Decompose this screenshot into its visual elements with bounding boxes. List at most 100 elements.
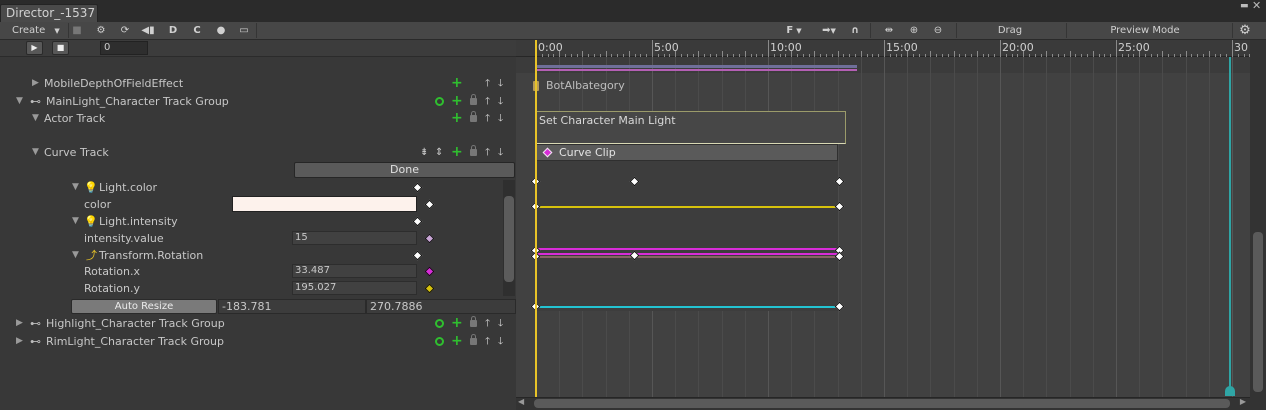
rotation-x-field[interactable]: 33.487 [292,264,417,278]
window-icon[interactable]: ▭ [236,22,252,39]
preview-mode-button[interactable]: Preview Mode [1070,22,1220,39]
track-label: Actor Track [44,112,106,125]
arrow-down-icon[interactable]: 🡓 [498,333,503,350]
add-icon[interactable]: + [451,93,463,109]
create-dropdown[interactable]: Create ▼ [4,22,66,39]
collapse-arrow-icon[interactable]: ▼ [32,110,39,127]
play-button[interactable]: ▶ [26,41,43,55]
magnet-icon[interactable]: ∩ [846,22,864,39]
field-label: intensity.value [84,232,164,245]
arrow-down-icon[interactable]: 🡓 [498,93,503,110]
zoom-out-icon[interactable]: ⊖ [930,22,946,39]
lock-icon[interactable] [470,334,477,345]
ruler-label-15: 15:00 [886,41,918,54]
stop-button[interactable]: ■ [52,41,69,55]
track-group-mainlight[interactable]: ▼ ⊷ MainLight_Character Track Group + 🡑 … [0,93,516,110]
arrow-down-icon[interactable]: 🡓 [498,75,503,92]
time-ruler[interactable]: 0:00 5:00 10:00 15:00 20:00 25:00 30 [516,40,1250,57]
ruler-label-10: 10:00 [770,41,802,54]
f-label: F [786,25,794,36]
collapse-arrow-icon[interactable]: ▼ [72,247,79,264]
arrow-up-icon[interactable]: 🡑 [485,315,490,332]
collapse-arrow-icon[interactable]: ▼ [16,93,23,110]
expand-arrow-icon[interactable]: ▶ [16,315,23,332]
track-row-curve[interactable]: ▼ Curve Track ⇟ ⇕ + 🡑 🡓 [0,144,516,161]
arrow-up-icon[interactable]: 🡑 [485,144,490,161]
arrow-down-icon[interactable]: 🡓 [498,315,503,332]
window-menu-icon[interactable]: ▬ [1240,1,1249,11]
add-icon[interactable]: + [451,75,463,91]
intensity-value-field[interactable]: 15 [292,231,417,245]
curve-property-light-intensity[interactable]: ▼ 💡 Light.intensity [0,213,516,230]
gear-icon[interactable]: ⚙ [1236,22,1254,39]
record-icon[interactable]: ● [214,22,228,39]
scroll-right-icon[interactable]: ▶ [1240,397,1246,406]
scroll-left-icon[interactable]: ◀ [518,397,524,406]
collapse-arrow-icon[interactable]: ▼ [32,144,39,161]
range-min-field[interactable]: -183.781 [218,299,366,314]
f-dropdown[interactable]: F ▼ [786,22,802,39]
arrow-up-icon[interactable]: 🡑 [485,93,490,110]
group-icon: ⊷ [30,317,41,330]
vertical-scroll-thumb[interactable] [1253,232,1263,392]
d-icon[interactable]: D [166,22,180,39]
end-marker[interactable] [1229,57,1231,389]
lock-icon[interactable] [470,316,477,327]
chevron-down-icon: ▼ [830,27,836,35]
curve-list-scroll-thumb[interactable] [504,196,514,282]
chevron-down-icon: ▼ [796,27,802,35]
color-swatch-field[interactable] [232,196,417,212]
fit-icon[interactable]: ⇹ [880,22,898,39]
target-icon[interactable] [435,319,444,328]
expand-arrow-icon[interactable]: ▶ [32,75,39,92]
drag-mode-button[interactable]: Drag [960,22,1060,39]
window-tab[interactable]: Director_-1537 [0,4,98,22]
track-group-highlight[interactable]: ▶ ⊷ Highlight_Character Track Group + 🡑 … [0,315,516,332]
arrow-up-icon[interactable]: 🡑 [485,110,490,127]
settings-icon[interactable]: ⚙ [94,22,108,39]
arrow-down-icon[interactable]: 🡓 [498,144,503,161]
end-marker-handle[interactable] [1225,386,1235,396]
add-icon[interactable]: + [451,333,463,349]
auto-resize-button[interactable]: Auto Resize [71,299,217,314]
track-group-rimlight[interactable]: ▶ ⊷ RimLight_Character Track Group + 🡑 🡓 [0,333,516,350]
track-row-mobile-dof[interactable]: ▶ MobileDepthOfFieldEffect + 🡑 🡓 [0,75,516,92]
curve-property-transform-rotation[interactable]: ▼ ⤴ Transform.Rotation [0,247,516,264]
camera-icon[interactable]: ◀▮ [140,22,156,39]
sort-icon[interactable]: ⇟ [420,144,428,161]
target-icon[interactable] [435,97,444,106]
transport-bar: ▶ ■ 0 [0,40,516,57]
add-icon[interactable]: + [451,315,463,331]
target-icon[interactable] [435,337,444,346]
collapse-arrow-icon[interactable]: ▼ [72,179,79,196]
arrow-up-icon[interactable]: 🡑 [485,333,490,350]
save-icon[interactable]: ■ [70,22,84,39]
rotation-y-field[interactable]: 195.027 [292,281,417,295]
curve-property-light-color[interactable]: ▼ 💡 Light.color [0,179,516,196]
done-button[interactable]: Done [294,162,515,178]
timeline-area[interactable]: BotAlbategory Set Character Main Light C… [516,57,1250,397]
close-icon[interactable]: ✕ [1252,0,1261,12]
frame-input[interactable]: 0 [100,41,148,55]
range-max-field[interactable]: 270.7886 [366,299,516,314]
group-label: RimLight_Character Track Group [46,335,224,348]
group-icon: ⊷ [30,95,41,108]
arrow-up-icon[interactable]: 🡑 [485,75,490,92]
lock-icon[interactable] [470,94,477,105]
lock-icon[interactable] [470,145,477,156]
collapse-arrow-icon[interactable]: ▼ [72,213,79,230]
track-row-actor[interactable]: ▼ Actor Track + 🡑 🡓 [0,110,516,127]
add-icon[interactable]: + [451,144,463,160]
lock-icon[interactable] [470,111,477,122]
playhead[interactable] [535,40,537,398]
expand-arrow-icon[interactable]: ▶ [16,333,23,350]
updown-icon[interactable]: ⇕ [435,144,443,161]
refresh-icon[interactable]: ⟳ [118,22,132,39]
field-label: Rotation.x [84,265,141,278]
add-icon[interactable]: + [451,110,463,126]
horizontal-scroll-thumb[interactable] [534,399,1230,408]
arrow-down-icon[interactable]: 🡓 [498,110,503,127]
zoom-in-icon[interactable]: ⊕ [906,22,922,39]
c-icon[interactable]: C [190,22,204,39]
arrow-right-dropdown[interactable]: ➡▼ [816,22,842,39]
